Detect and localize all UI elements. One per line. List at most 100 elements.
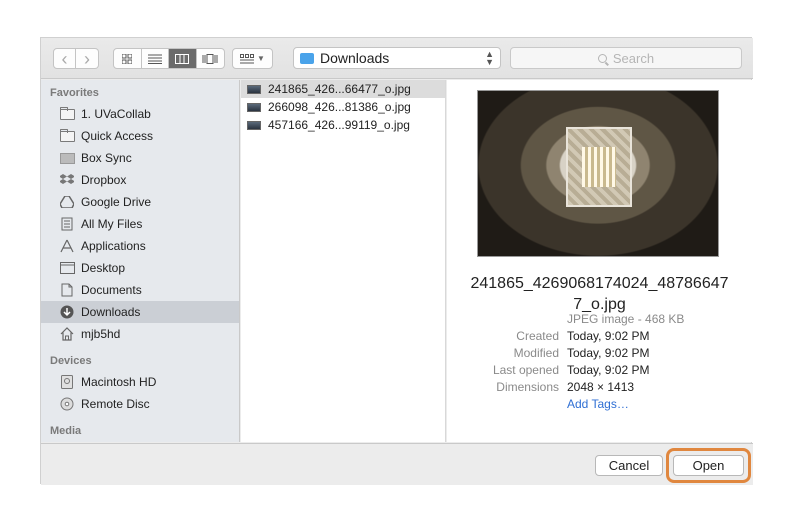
- sidebar-item-label: 1. UVaCollab: [81, 107, 151, 121]
- sidebar-item-label: Google Drive: [81, 195, 152, 209]
- folder-icon: [59, 128, 75, 143]
- cancel-button[interactable]: Cancel: [595, 455, 663, 476]
- image-file-icon: [247, 120, 261, 130]
- applications-icon: [59, 239, 75, 253]
- sidebar-item-label: Downloads: [81, 305, 141, 319]
- open-button[interactable]: Open: [673, 455, 744, 476]
- home-icon: [59, 327, 75, 341]
- desktop-icon: [59, 261, 75, 275]
- list-item[interactable]: 457166_426...99119_o.jpg: [241, 116, 445, 134]
- cover-flow-button[interactable]: [197, 49, 224, 68]
- sidebar-item-label: Remote Disc: [81, 397, 150, 411]
- sidebar-item-label: Box Sync: [81, 151, 132, 165]
- file-list-column: 241865_426...66477_o.jpg 266098_426...81…: [241, 80, 446, 442]
- search-placeholder: Search: [612, 50, 655, 66]
- sidebar-item-label: All My Files: [81, 217, 143, 231]
- created-label: Created: [516, 329, 559, 343]
- last-opened-label: Last opened: [492, 363, 559, 377]
- chevron-left-icon: ‹: [61, 48, 68, 69]
- sidebar-item-quick-access[interactable]: Quick Access: [41, 125, 239, 147]
- google-drive-icon: [59, 195, 75, 209]
- modified-value: Today, 9:02 PM: [567, 346, 650, 360]
- created-value: Today, 9:02 PM: [567, 329, 650, 343]
- file-name: 266098_426...81386_o.jpg: [268, 100, 411, 114]
- dropbox-icon: [59, 173, 75, 187]
- file-name: 457166_426...99119_o.jpg: [268, 118, 410, 132]
- sidebar-item-google-drive[interactable]: Google Drive: [41, 191, 239, 213]
- dimensions-row: Dimensions 2048 × 1413: [447, 380, 752, 397]
- sidebar-item-home[interactable]: mjb5hd: [41, 323, 239, 345]
- hard-drive-icon: [59, 375, 75, 389]
- open-file-dialog: ‹ › ▼ Downloads ▲ ▼ Search Favorites 1. …: [40, 37, 753, 485]
- updown-arrows-icon: ▲ ▼: [485, 49, 494, 67]
- back-button[interactable]: ‹: [53, 48, 76, 69]
- bottom-bar: Cancel Open: [41, 443, 753, 485]
- sidebar-item-all-my-files[interactable]: All My Files: [41, 213, 239, 235]
- tags-row: Add Tags…: [447, 397, 752, 414]
- box-icon: [59, 151, 75, 165]
- sidebar-item-label: Documents: [81, 283, 142, 297]
- all-files-icon: [59, 217, 75, 231]
- sidebar-item-label: Dropbox: [81, 173, 127, 187]
- sidebar-item-dropbox[interactable]: Dropbox: [41, 169, 239, 191]
- sidebar-item-macintosh-hd[interactable]: Macintosh HD: [41, 371, 239, 393]
- dimensions-label: Dimensions: [496, 380, 559, 394]
- sidebar-item-applications[interactable]: Applications: [41, 235, 239, 257]
- sidebar-item-uvacollab[interactable]: 1. UVaCollab: [41, 103, 239, 125]
- folder-icon: [300, 52, 314, 64]
- sidebar-item-downloads[interactable]: Downloads: [41, 301, 239, 323]
- forward-button[interactable]: ›: [76, 48, 99, 69]
- image-file-icon: [247, 84, 261, 94]
- image-file-icon: [247, 102, 261, 112]
- documents-icon: [59, 283, 75, 297]
- modified-label: Modified: [513, 346, 559, 360]
- file-name: 241865_426...66477_o.jpg: [268, 82, 411, 96]
- grid-icon: [122, 53, 133, 64]
- sidebar-item-label: Quick Access: [81, 129, 154, 143]
- list-item[interactable]: 241865_426...66477_o.jpg: [241, 80, 445, 98]
- location-label: Downloads: [320, 50, 390, 66]
- favorites-header: Favorites: [50, 87, 99, 99]
- list-view-button[interactable]: [142, 49, 169, 68]
- sidebar-item-desktop[interactable]: Desktop: [41, 257, 239, 279]
- sidebar-item-label: Macintosh HD: [81, 375, 157, 389]
- chevron-down-icon: ▼: [257, 54, 265, 63]
- sidebar-item-box-sync[interactable]: Box Sync: [41, 147, 239, 169]
- arrange-button[interactable]: ▼: [232, 48, 273, 69]
- sidebar-item-remote-disc[interactable]: Remote Disc: [41, 393, 239, 415]
- cover-flow-icon: [202, 53, 218, 64]
- column-view-button[interactable]: [169, 49, 197, 68]
- sidebar-item-label: mjb5hd: [81, 327, 121, 341]
- chevron-right-icon: ›: [84, 48, 90, 69]
- downloads-icon: [59, 305, 75, 319]
- list-item[interactable]: 266098_426...81386_o.jpg: [241, 98, 445, 116]
- created-row: Created Today, 9:02 PM: [447, 329, 752, 346]
- preview-filename: 241865_4269068174024_48786647 7_o.jpg: [470, 275, 729, 313]
- search-icon: [597, 53, 607, 63]
- sidebar-item-documents[interactable]: Documents: [41, 279, 239, 301]
- icon-view-button[interactable]: [114, 49, 142, 68]
- modified-row: Modified Today, 9:02 PM: [447, 346, 752, 363]
- add-tags-link[interactable]: Add Tags…: [567, 397, 629, 414]
- arrange-icon: [240, 53, 255, 63]
- file-type-row: JPEG image - 468 KB: [447, 312, 752, 329]
- folder-icon: [59, 106, 75, 121]
- sidebar-item-label: Desktop: [81, 261, 126, 275]
- search-input[interactable]: Search: [510, 47, 742, 69]
- toolbar: ‹ › ▼ Downloads ▲ ▼ Search: [41, 38, 753, 79]
- last-opened-row: Last opened Today, 9:02 PM: [447, 363, 752, 380]
- dimensions-value: 2048 × 1413: [567, 380, 635, 394]
- devices-header: Devices: [50, 355, 92, 367]
- disc-icon: [59, 397, 75, 411]
- sidebar: Favorites 1. UVaCollab Quick Access Box …: [41, 80, 240, 442]
- sidebar-item-label: Applications: [81, 239, 146, 253]
- file-type: JPEG image - 468 KB: [567, 312, 685, 326]
- last-opened-value: Today, 9:02 PM: [567, 363, 650, 377]
- preview-pane: 241865_4269068174024_48786647 7_o.jpg JP…: [447, 80, 752, 442]
- list-icon: [147, 54, 162, 64]
- view-mode-control: [113, 48, 225, 69]
- file-info: JPEG image - 468 KB Created Today, 9:02 …: [447, 312, 752, 414]
- preview-image: [477, 90, 719, 257]
- media-header: Media: [50, 425, 82, 437]
- location-popup[interactable]: Downloads ▲ ▼: [293, 47, 501, 69]
